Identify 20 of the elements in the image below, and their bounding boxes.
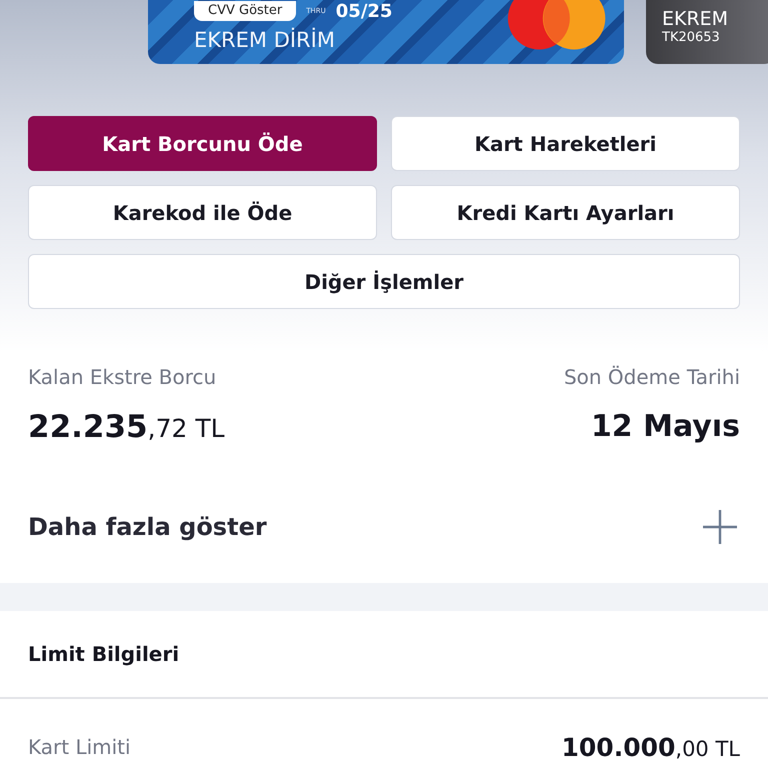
action-button[interactable]: Kredi Kartı Ayarları [391, 185, 740, 240]
limit-amount: 100.000,00 TL [562, 732, 740, 762]
action-button[interactable]: Kart Hareketleri [391, 116, 740, 171]
section-title: Limit Bilgileri [28, 642, 180, 666]
show-more-link[interactable]: Daha fazla göster [28, 513, 267, 541]
cvv-button[interactable]: CVV Göster [194, 1, 296, 21]
due-date: 12 Mayıs [590, 409, 740, 444]
card-holder: EKREM DİRİM [194, 28, 336, 52]
action-button[interactable]: Diğer İşlemler [28, 254, 740, 309]
debt-label: Kalan Ekstre Borcu [28, 365, 218, 389]
plus-icon[interactable] [702, 509, 738, 545]
debt-amount: 22.235,72 TL [28, 409, 225, 445]
limit-label: Kart Limiti [28, 735, 131, 759]
expiry-date: 05/25 [336, 0, 392, 22]
due-date-label: Son Ödeme Tarihi [564, 365, 740, 389]
card-number: TK20653 [662, 30, 721, 46]
credit-card[interactable]: EKREM TK20653 [646, 0, 768, 64]
card-holder: EKREM [662, 8, 730, 30]
action-button[interactable]: Karekod ile Öde [28, 185, 377, 240]
action-button[interactable]: Kart Borcunu Öde [28, 116, 377, 171]
